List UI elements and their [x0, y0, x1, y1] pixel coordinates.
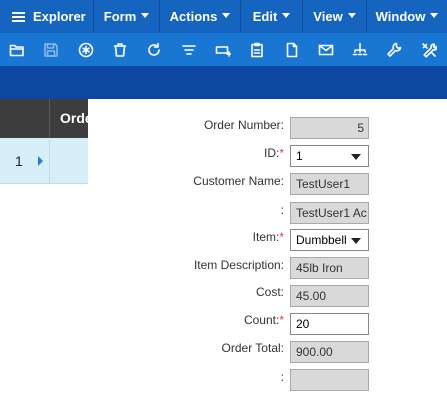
cost-label: Cost:	[255, 285, 284, 299]
chevron-down-icon	[351, 154, 361, 160]
trash-icon[interactable]	[103, 33, 137, 66]
save-icon[interactable]	[34, 33, 68, 66]
add-row-icon[interactable]	[206, 33, 240, 66]
menu-edit-label: Edit	[252, 9, 278, 24]
form-header-band	[0, 66, 447, 99]
customer-name-label: Customer Name:	[193, 174, 284, 188]
order-total-label: Order Total:	[221, 341, 284, 355]
menu-bar: Explorer Form Actions Edit View Window	[0, 0, 447, 33]
cost-field[interactable]: 45.00	[290, 285, 369, 307]
menu-view-label: View	[313, 9, 343, 24]
blank-field-label: :	[280, 370, 284, 384]
menu-actions[interactable]: Actions	[160, 0, 241, 33]
blank-field[interactable]	[290, 369, 369, 391]
menu-form[interactable]: Form	[94, 0, 160, 33]
menu-window[interactable]: Window	[367, 0, 447, 33]
chevron-down-icon	[351, 238, 361, 244]
menu-actions-label: Actions	[169, 9, 218, 24]
menu-view[interactable]: View	[303, 0, 367, 33]
customer-name-field[interactable]: TestUser1	[290, 173, 369, 195]
chevron-down-icon	[141, 13, 150, 18]
id-label: ID:*	[263, 146, 284, 160]
order-total-field[interactable]: 900.00	[290, 341, 369, 363]
customer-extra-field[interactable]: TestUser1 Ac	[290, 202, 369, 224]
explorer-menu-button[interactable]: Explorer	[0, 0, 94, 33]
item-description-field[interactable]: 45lb Iron	[290, 257, 369, 279]
grid-column-header-order[interactable]: Orde	[60, 110, 88, 126]
order-number-label: Order Number:	[203, 118, 284, 132]
count-label: Count:*	[243, 313, 284, 327]
clipboard-icon[interactable]	[240, 33, 274, 66]
row-selector-arrow-icon	[38, 156, 43, 166]
item-select[interactable]: Dumbbell	[290, 229, 369, 251]
order-number-field[interactable]: 5	[290, 117, 369, 139]
hierarchy-icon[interactable]	[343, 33, 377, 66]
asterisk-icon[interactable]	[69, 33, 103, 66]
toolbar	[0, 33, 447, 66]
item-select-value: Dumbbell	[296, 233, 347, 247]
folder-open-icon[interactable]	[0, 33, 34, 66]
tools-icon[interactable]	[412, 33, 446, 66]
hamburger-icon	[12, 10, 25, 24]
table-row[interactable]: 1	[0, 138, 88, 184]
mail-icon[interactable]	[309, 33, 343, 66]
wrench-icon[interactable]	[377, 33, 411, 66]
chevron-down-icon	[282, 13, 291, 18]
menu-window-label: Window	[375, 9, 426, 24]
chevron-down-icon	[347, 13, 356, 18]
id-select[interactable]: 1	[290, 145, 369, 167]
grid-header: Orde	[0, 99, 88, 138]
grid-column-divider	[49, 99, 50, 138]
chevron-down-icon	[222, 13, 231, 18]
document-icon[interactable]	[274, 33, 308, 66]
chevron-down-icon	[430, 13, 439, 18]
id-select-value: 1	[296, 149, 303, 163]
filter-icon[interactable]	[171, 33, 205, 66]
item-description-label: Item Description:	[193, 258, 284, 272]
customer-extra-label: :	[280, 203, 284, 217]
grid-column-divider	[49, 138, 50, 184]
item-label: Item:*	[252, 230, 284, 244]
refresh-icon[interactable]	[137, 33, 171, 66]
row-number: 1	[15, 153, 23, 169]
explorer-label: Explorer	[33, 9, 86, 24]
menu-edit[interactable]: Edit	[241, 0, 303, 33]
menu-form-label: Form	[103, 9, 137, 24]
count-input[interactable]: 20	[290, 313, 369, 335]
